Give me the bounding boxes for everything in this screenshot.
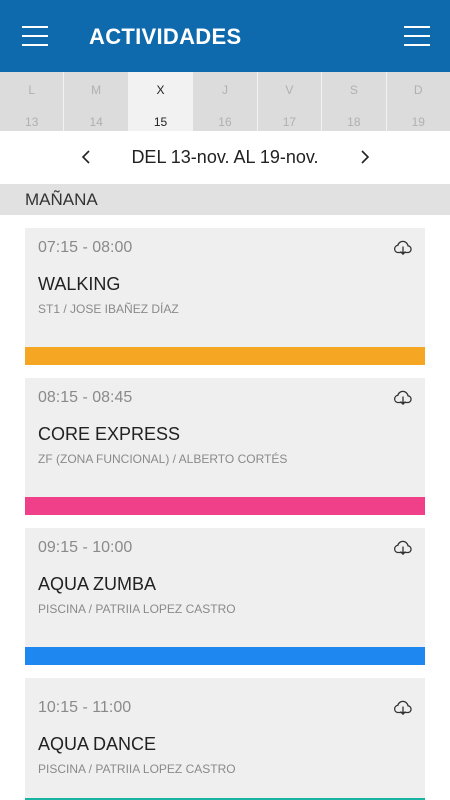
section-header-morning: MAÑANA [0, 184, 450, 215]
day-letter: L [28, 83, 36, 97]
activity-card[interactable]: 07:15 - 08:00 WALKING ST1 / JOSE IBAÑEZ … [25, 228, 425, 365]
week-range-navigator: DEL 13-nov. AL 19-nov. [0, 131, 450, 184]
day-tab-tuesday[interactable]: M 14 [64, 72, 129, 131]
activity-name: WALKING [38, 274, 121, 294]
day-tab-friday[interactable]: V 17 [258, 72, 323, 131]
day-number: 16 [218, 115, 232, 129]
day-tab-wednesday[interactable]: X 15 [128, 72, 194, 131]
day-number: 14 [89, 115, 103, 129]
cloud-download-icon[interactable] [393, 540, 413, 556]
activity-time: 08:15 - 08:45 [38, 389, 133, 406]
day-number: 15 [153, 115, 168, 129]
cloud-download-icon[interactable] [393, 700, 413, 716]
day-letter: D [413, 83, 423, 97]
activity-location-instructor: PISCINA / PATRIIA LOPEZ CASTRO [38, 602, 236, 616]
day-letter: S [349, 83, 358, 97]
activity-time: 07:15 - 08:00 [38, 239, 133, 256]
week-day-selector: L 13 M 14 X 15 J 16 V 17 S 18 D 19 [0, 72, 450, 131]
day-tab-saturday[interactable]: S 18 [322, 72, 387, 131]
app-bar: ACTIVIDADES [0, 0, 450, 72]
day-number: 13 [25, 115, 39, 129]
activity-time: 09:15 - 10:00 [38, 539, 133, 556]
cloud-download-icon[interactable] [393, 390, 413, 406]
activity-card[interactable]: 10:15 - 11:00 AQUA DANCE PISCINA / PATRI… [25, 678, 425, 800]
page-title: ACTIVIDADES [89, 24, 242, 49]
activity-name: AQUA ZUMBA [38, 574, 157, 594]
activity-card[interactable]: 08:15 - 08:45 CORE EXPRESS ZF (ZONA FUNC… [25, 378, 425, 515]
day-letter: J [221, 83, 228, 97]
options-menu-icon[interactable] [404, 26, 430, 46]
activity-location-instructor: ZF (ZONA FUNCIONAL) / ALBERTO CORTÉS [38, 452, 288, 466]
week-range-label: DEL 13-nov. AL 19-nov. [131, 147, 319, 167]
activity-name: CORE EXPRESS [38, 424, 181, 444]
day-letter: V [285, 83, 294, 97]
day-letter: X [156, 83, 165, 97]
hamburger-menu-icon[interactable] [22, 26, 48, 46]
day-tab-sunday[interactable]: D 19 [387, 72, 450, 131]
activity-color-bar [25, 347, 425, 365]
activity-card[interactable]: 09:15 - 10:00 AQUA ZUMBA PISCINA / PATRI… [25, 528, 425, 665]
activity-time: 10:15 - 11:00 [38, 699, 132, 716]
day-number: 18 [347, 115, 361, 129]
activity-location-instructor: PISCINA / PATRIIA LOPEZ CASTRO [38, 762, 236, 776]
activity-color-bar [25, 497, 425, 515]
next-week-chevron-icon[interactable] [358, 149, 372, 165]
day-tab-thursday[interactable]: J 16 [193, 72, 258, 131]
day-number: 19 [411, 115, 425, 129]
day-letter: M [91, 83, 102, 97]
previous-week-chevron-icon[interactable] [79, 149, 93, 165]
activity-color-bar [25, 647, 425, 665]
activity-name: AQUA DANCE [38, 734, 157, 754]
day-tab-monday[interactable]: L 13 [0, 72, 65, 131]
cloud-download-icon[interactable] [393, 240, 413, 256]
day-number: 17 [282, 115, 297, 129]
activity-location-instructor: ST1 / JOSE IBAÑEZ DÍAZ [38, 302, 179, 316]
